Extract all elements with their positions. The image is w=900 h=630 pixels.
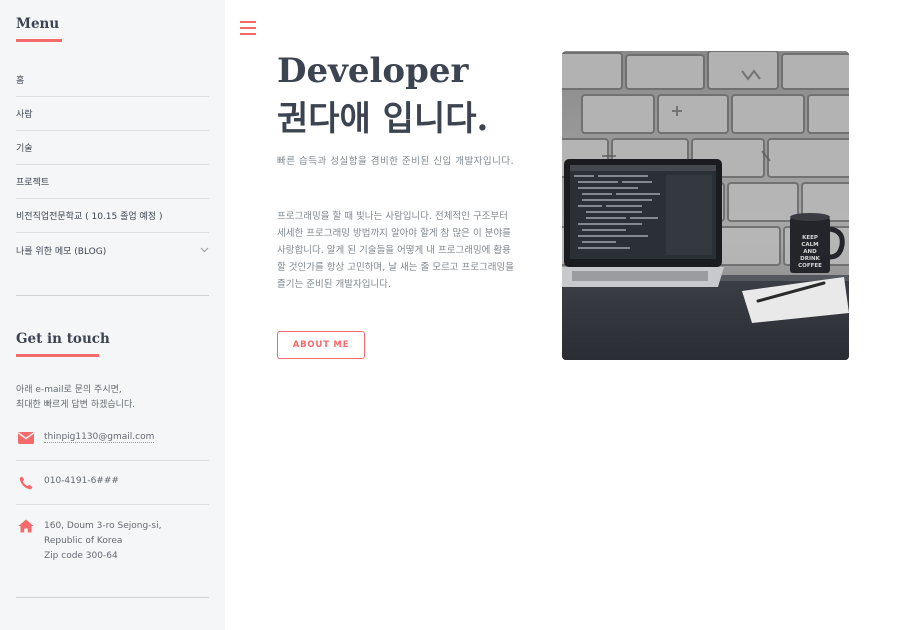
menu-item-label: 프로젝트 bbox=[16, 178, 50, 188]
contact-email: thinpig1130@gmail.com bbox=[16, 432, 209, 448]
svg-text:COFFEE: COFFEE bbox=[798, 263, 822, 269]
address-line: Republic of Korea bbox=[44, 536, 123, 546]
address-line: Zip code 300-64 bbox=[44, 551, 118, 561]
contact-description: 아래 e-mail로 문의 주시면, 최대한 빠르게 답변 하겠습니다. bbox=[16, 383, 135, 413]
menu-item-projects[interactable]: 프로젝트 bbox=[16, 165, 209, 199]
sidebar: Menu 홈 사람 기술 프로젝트 비전직업전문학교 ( 10.15 졸업 예정… bbox=[0, 0, 225, 630]
phone-number: 010-4191-6### bbox=[44, 476, 119, 486]
contact-separator bbox=[16, 460, 209, 461]
menu-item-label: 나를 위한 메모 (BLOG) bbox=[16, 246, 107, 257]
contact-title: Get in touch bbox=[16, 331, 110, 347]
menu-title: Menu bbox=[16, 16, 60, 32]
home-icon bbox=[16, 519, 36, 535]
menu-title-underline bbox=[16, 39, 62, 42]
hamburger-menu-icon[interactable] bbox=[240, 21, 256, 35]
headline-name: 권다애 입니다. bbox=[277, 99, 489, 139]
hero-laptop-image: KEEP CALM AND DRINK COFFEE bbox=[562, 51, 849, 360]
sidebar-divider bbox=[16, 295, 209, 296]
sidebar-divider bbox=[16, 597, 209, 598]
contact-address: 160, Doum 3-ro Sejong-si, Republic of Ko… bbox=[16, 519, 209, 564]
svg-text:DRINK: DRINK bbox=[800, 256, 820, 262]
menu-list: 홈 사람 기술 프로젝트 비전직업전문학교 ( 10.15 졸업 예정 ) 나를… bbox=[16, 63, 209, 267]
menu-item-label: 비전직업전문학교 ( 10.15 졸업 예정 ) bbox=[16, 212, 163, 222]
contact-separator bbox=[16, 504, 209, 505]
svg-text:AND: AND bbox=[803, 249, 817, 255]
address-line: 160, Doum 3-ro Sejong-si, bbox=[44, 521, 162, 531]
contact-title-underline bbox=[16, 354, 99, 357]
address-text: 160, Doum 3-ro Sejong-si, Republic of Ko… bbox=[44, 519, 161, 564]
menu-item-skills[interactable]: 기술 bbox=[16, 131, 209, 165]
svg-text:CALM: CALM bbox=[801, 242, 818, 248]
menu-item-person[interactable]: 사람 bbox=[16, 97, 209, 131]
envelope-icon bbox=[16, 432, 36, 448]
contact-desc-line: 아래 e-mail로 문의 주시면, bbox=[16, 385, 122, 395]
headline-developer: Developer bbox=[277, 51, 469, 91]
menu-item-home[interactable]: 홈 bbox=[16, 63, 209, 97]
phone-icon bbox=[16, 476, 36, 492]
about-me-button[interactable]: ABOUT ME bbox=[277, 331, 365, 359]
tagline: 빠른 습득과 성실함을 겸비한 준비된 신입 개발자입니다. bbox=[277, 156, 515, 167]
menu-item-label: 기술 bbox=[16, 144, 33, 154]
menu-item-blog[interactable]: 나를 위한 메모 (BLOG) bbox=[16, 233, 209, 267]
chevron-down-icon[interactable] bbox=[199, 245, 209, 255]
email-link[interactable]: thinpig1130@gmail.com bbox=[44, 432, 155, 443]
contact-phone: 010-4191-6### bbox=[16, 476, 209, 492]
menu-item-label: 홈 bbox=[16, 76, 25, 86]
contact-desc-line: 최대한 빠르게 답변 하겠습니다. bbox=[16, 400, 136, 410]
svg-text:KEEP: KEEP bbox=[802, 235, 818, 241]
menu-item-school[interactable]: 비전직업전문학교 ( 10.15 졸업 예정 ) bbox=[16, 199, 209, 233]
intro-text: 프로그래밍을 할 때 빛나는 사람입니다. 전체적인 구조부터 세세한 프로그래… bbox=[277, 211, 514, 290]
menu-item-label: 사람 bbox=[16, 110, 33, 120]
